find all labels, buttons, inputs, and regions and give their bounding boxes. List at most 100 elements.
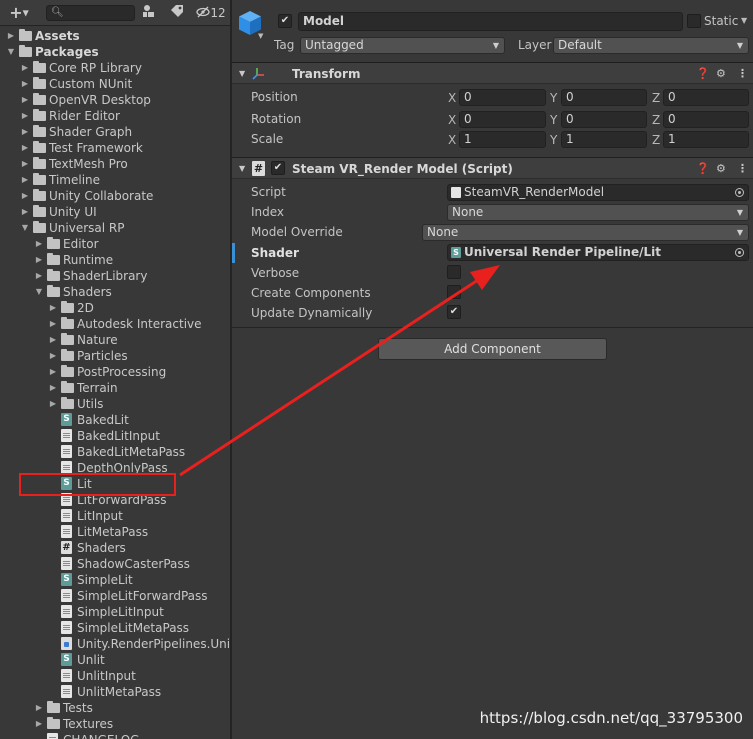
tree-item[interactable]: ▶ 2D xyxy=(0,300,230,316)
scale-z-field[interactable]: 1 xyxy=(663,131,749,148)
search-input[interactable]: 🔍︎ xyxy=(46,5,135,21)
object-name-field[interactable]: Model xyxy=(298,12,683,31)
tree-item[interactable]: BakedLitInput xyxy=(0,428,230,444)
tree-item[interactable]: # Shaders xyxy=(0,540,230,556)
collapsed-arrow-icon[interactable]: ▶ xyxy=(34,268,44,284)
update-dynamically-checkbox[interactable]: ✔ xyxy=(447,305,461,319)
collapsed-arrow-icon[interactable]: ▶ xyxy=(48,332,58,348)
tree-item[interactable]: ▶ Timeline xyxy=(0,172,230,188)
rotation-x-field[interactable]: 0 xyxy=(459,111,546,128)
object-picker-icon[interactable] xyxy=(735,188,744,197)
tree-item[interactable]: ▶ Textures xyxy=(0,716,230,732)
active-checkbox[interactable]: ✔ xyxy=(278,14,292,28)
tree-item[interactable]: ▶ TextMesh Pro xyxy=(0,156,230,172)
hidden-packages-toggle[interactable]: 12 xyxy=(194,4,228,22)
component-enabled-checkbox[interactable]: ✔ xyxy=(271,161,285,175)
collapsed-arrow-icon[interactable]: ▶ xyxy=(20,124,30,140)
tree-item[interactable]: ▶ Rider Editor xyxy=(0,108,230,124)
collapsed-arrow-icon[interactable]: ▶ xyxy=(20,156,30,172)
tree-item[interactable]: ▶ Nature xyxy=(0,332,230,348)
tree-item[interactable]: CHANGELOG xyxy=(0,732,230,739)
static-checkbox[interactable] xyxy=(687,14,701,28)
tree-item[interactable]: ▶ Tests xyxy=(0,700,230,716)
tree-item[interactable]: ▶ Shader Graph xyxy=(0,124,230,140)
create-components-checkbox[interactable] xyxy=(447,285,461,299)
tree-item[interactable]: SimpleLitForwardPass xyxy=(0,588,230,604)
scale-x-field[interactable]: 1 xyxy=(459,131,546,148)
collapsed-arrow-icon[interactable]: ▶ xyxy=(48,316,58,332)
tree-item[interactable]: ▼ Shaders xyxy=(0,284,230,300)
script-component-header[interactable]: ▼ # ✔ Steam VR_Render Model (Script) ❓ ⚙… xyxy=(232,157,753,179)
tree-item[interactable]: S BakedLit xyxy=(0,412,230,428)
expanded-arrow-icon[interactable]: ▼ xyxy=(6,44,16,60)
collapsed-arrow-icon[interactable]: ▶ xyxy=(34,700,44,716)
tree-item[interactable]: ▶ Particles xyxy=(0,348,230,364)
more-options-icon[interactable]: ⋮ xyxy=(737,66,748,82)
tree-item[interactable]: LitInput xyxy=(0,508,230,524)
tree-item[interactable]: SimpleLitMetaPass xyxy=(0,620,230,636)
shader-field[interactable]: S Universal Render Pipeline/Lit xyxy=(447,244,749,261)
presets-icon[interactable]: ⚙ xyxy=(716,66,726,82)
collapsed-arrow-icon[interactable]: ▶ xyxy=(48,364,58,380)
tree-item[interactable]: ▶ Unity Collaborate xyxy=(0,188,230,204)
more-options-icon[interactable]: ⋮ xyxy=(737,161,748,177)
tree-item[interactable]: ▶ PostProcessing xyxy=(0,364,230,380)
tree-item[interactable]: ▶ Unity UI xyxy=(0,204,230,220)
collapsed-arrow-icon[interactable]: ▶ xyxy=(20,172,30,188)
collapsed-arrow-icon[interactable]: ▶ xyxy=(20,76,30,92)
position-x-field[interactable]: 0 xyxy=(459,89,546,106)
expanded-arrow-icon[interactable]: ▼ xyxy=(20,220,30,236)
collapsed-arrow-icon[interactable]: ▶ xyxy=(20,140,30,156)
tree-item[interactable]: ▶ Runtime xyxy=(0,252,230,268)
object-picker-icon[interactable] xyxy=(735,248,744,257)
help-icon[interactable]: ❓ xyxy=(696,161,710,177)
tree-item[interactable]: S Unlit xyxy=(0,652,230,668)
tree-item[interactable]: ▶ Editor xyxy=(0,236,230,252)
tree-item[interactable]: LitMetaPass xyxy=(0,524,230,540)
collapsed-arrow-icon[interactable]: ▶ xyxy=(6,28,16,44)
tree-item[interactable]: ▶ Custom NUnit xyxy=(0,76,230,92)
rotation-y-field[interactable]: 0 xyxy=(561,111,647,128)
help-icon[interactable]: ❓ xyxy=(696,66,710,82)
filter-by-label-icon[interactable] xyxy=(168,4,186,22)
model-override-dropdown[interactable]: None ▼ xyxy=(422,224,749,241)
tree-item[interactable]: ▶ Core RP Library xyxy=(0,60,230,76)
presets-icon[interactable]: ⚙ xyxy=(716,161,726,177)
add-component-button[interactable]: Add Component xyxy=(378,338,607,360)
transform-header[interactable]: ▼ Transform ❓ ⚙ ⋮ xyxy=(232,62,753,84)
layer-dropdown[interactable]: Default ▼ xyxy=(553,37,749,54)
tree-item[interactable]: BakedLitMetaPass xyxy=(0,444,230,460)
tree-item[interactable]: ShadowCasterPass xyxy=(0,556,230,572)
expanded-arrow-icon[interactable]: ▼ xyxy=(34,284,44,300)
tree-item[interactable]: S SimpleLit xyxy=(0,572,230,588)
chevron-down-icon[interactable]: ▼ xyxy=(258,32,263,40)
position-z-field[interactable]: 0 xyxy=(663,89,749,106)
tree-item[interactable]: ▶ ShaderLibrary xyxy=(0,268,230,284)
tree-item[interactable]: ▶ OpenVR Desktop xyxy=(0,92,230,108)
tree-item[interactable]: ▶ Test Framework xyxy=(0,140,230,156)
create-button[interactable]: +▼ xyxy=(4,4,34,22)
filter-by-type-icon[interactable] xyxy=(140,4,158,22)
collapsed-arrow-icon[interactable]: ▶ xyxy=(34,252,44,268)
tree-item[interactable]: UnlitMetaPass xyxy=(0,684,230,700)
tree-item[interactable]: ▶ Autodesk Interactive xyxy=(0,316,230,332)
collapsed-arrow-icon[interactable]: ▶ xyxy=(20,92,30,108)
scale-y-field[interactable]: 1 xyxy=(561,131,647,148)
collapsed-arrow-icon[interactable]: ▶ xyxy=(48,396,58,412)
chevron-down-icon[interactable]: ▼ xyxy=(741,16,747,25)
tree-item[interactable]: ▼ Universal RP xyxy=(0,220,230,236)
position-y-field[interactable]: 0 xyxy=(561,89,647,106)
tree-item[interactable]: ▶ Assets xyxy=(0,28,230,44)
verbose-checkbox[interactable] xyxy=(447,265,461,279)
collapsed-arrow-icon[interactable]: ▶ xyxy=(48,300,58,316)
collapsed-arrow-icon[interactable]: ▶ xyxy=(34,716,44,732)
collapsed-arrow-icon[interactable]: ▶ xyxy=(48,380,58,396)
rotation-z-field[interactable]: 0 xyxy=(663,111,749,128)
tag-dropdown[interactable]: Untagged ▼ xyxy=(300,37,505,54)
collapsed-arrow-icon[interactable]: ▶ xyxy=(20,108,30,124)
tree-item[interactable]: ▼ Packages xyxy=(0,44,230,60)
collapsed-arrow-icon[interactable]: ▶ xyxy=(34,236,44,252)
collapsed-arrow-icon[interactable]: ▶ xyxy=(20,188,30,204)
collapsed-arrow-icon[interactable]: ▶ xyxy=(20,204,30,220)
collapsed-arrow-icon[interactable]: ▶ xyxy=(20,60,30,76)
